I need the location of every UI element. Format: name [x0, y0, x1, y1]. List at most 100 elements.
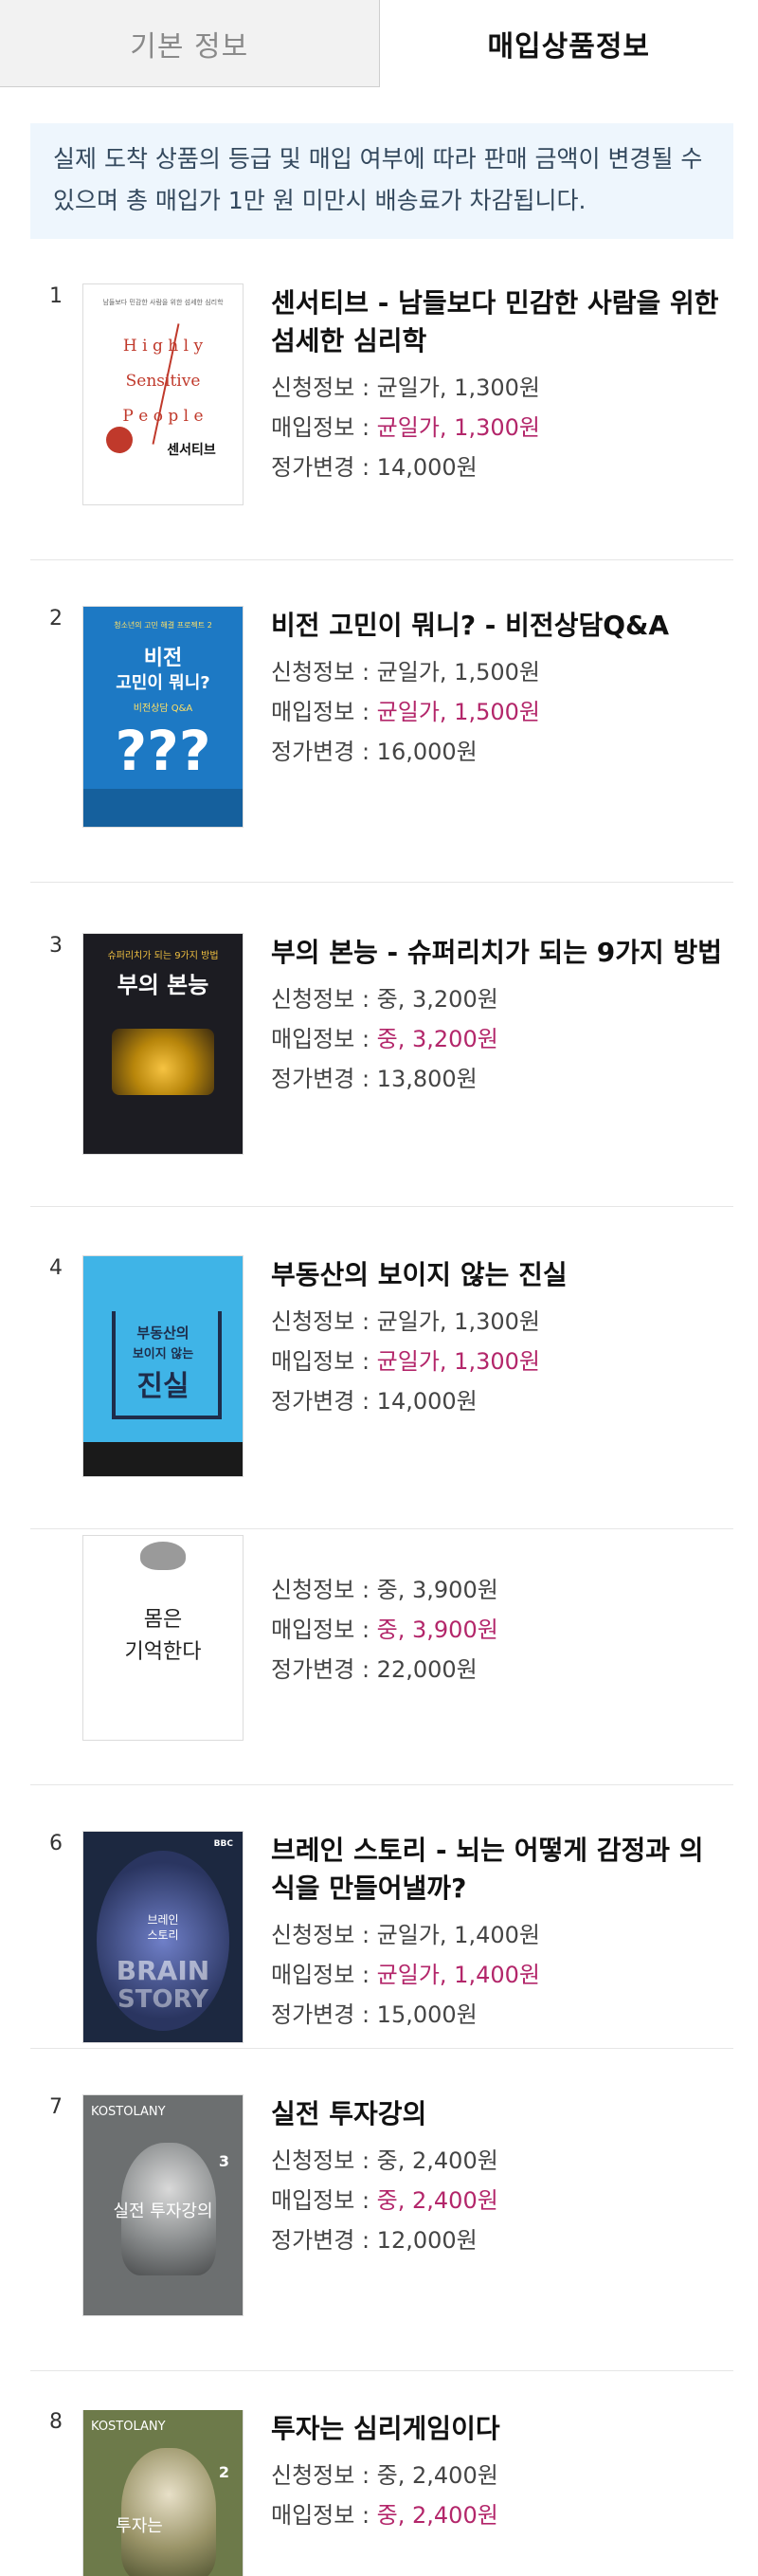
cover-title-line: H i g h l y [122, 337, 204, 356]
request-label: 신청정보 : [271, 1577, 377, 1603]
purchase-value: 중, 2,400원 [376, 2187, 498, 2214]
book-cover[interactable]: 슈퍼리치가 되는 9가지 방법 부의 본능 [83, 934, 243, 1154]
cover-title-line: 비전 [143, 647, 183, 670]
cover-title-line: 진실 [136, 1370, 190, 1403]
cover-title-line: 실전 투자강의 [113, 2201, 213, 2221]
book-cover[interactable]: 부동산의 보이지 않는 진실 [83, 1256, 243, 1476]
price-change-label: 정가변경 : [271, 739, 377, 765]
item-number: 1 [49, 284, 63, 308]
cover-title-line: 몸은 [143, 1608, 183, 1632]
item-title[interactable]: 부의 본능 - 슈퍼리치가 되는 9가지 방법 [271, 934, 726, 972]
item-info: 비전 고민이 뭐니? - 비전상담Q&A 신청정보 : 균일가, 1,500원 … [271, 607, 726, 772]
price-change-row: 정가변경 : 16,000원 [271, 732, 726, 772]
request-value: 중, 3,200원 [376, 986, 498, 1013]
price-change-value: 16,000원 [376, 739, 478, 765]
item-number: 2 [49, 607, 63, 630]
item-title[interactable]: 센서티브 - 남들보다 민감한 사람을 위한 섬세한 심리학 [271, 284, 726, 360]
item-info: 실전 투자강의 신청정보 : 중, 2,400원 매입정보 : 중, 2,400… [271, 2095, 726, 2260]
tab-bar: 기본 정보 매입상품정보 [0, 0, 758, 87]
cover-title-line: 보이지 않는 [132, 1347, 194, 1361]
list-item[interactable]: 몸은 기억한다 신청정보 : 중, 3,900원 매입정보 : 중, 3,900… [0, 1528, 758, 1784]
cover-tagline: 슈퍼리치가 되는 9가지 방법 [107, 951, 219, 961]
list-item[interactable]: 7 KOSTOLANY 3 실전 투자강의 실전 투자강의 신청정보 : 중, … [0, 2095, 758, 2370]
purchase-info-row: 매입정보 : 중, 3,200원 [271, 1019, 726, 1059]
price-change-label: 정가변경 : [271, 2001, 377, 2028]
request-value: 균일가, 1,300원 [376, 375, 540, 401]
tab-basic-info[interactable]: 기본 정보 [0, 0, 380, 87]
purchase-info-row: 매입정보 : 균일가, 1,300원 [271, 1342, 726, 1381]
book-cover[interactable]: KOSTOLANY 2 투자는 [83, 2410, 243, 2576]
cover-title-line: STORY [117, 1985, 208, 2014]
item-info: 브레인 스토리 - 뇌는 어떻게 감정과 의식을 만들어낼까? 신청정보 : 균… [271, 1832, 726, 2035]
item-info: 투자는 심리게임이다 신청정보 : 중, 2,400원 매입정보 : 중, 2,… [271, 2410, 726, 2535]
purchase-value: 균일가, 1,400원 [376, 1962, 540, 1988]
purchase-label: 매입정보 : [271, 1962, 377, 1988]
item-divider [30, 559, 733, 560]
purchase-info-row: 매입정보 : 균일가, 1,400원 [271, 1955, 726, 1995]
purchase-label: 매입정보 : [271, 2502, 377, 2529]
item-number: 4 [49, 1256, 63, 1280]
list-item[interactable]: 6 BBC 브레인 스토리 BRAIN STORY 브레인 스토리 - 뇌는 어… [0, 1832, 758, 2097]
purchase-label: 매입정보 : [271, 2187, 377, 2214]
book-cover[interactable]: 청소년의 고민 해결 프로젝트 2 비전 고민이 뭐니? 비전상담 Q&A ??… [83, 607, 243, 827]
cover-bbc-logo: BBC [213, 1839, 233, 1849]
item-number: 3 [49, 934, 63, 958]
list-item[interactable]: 3 슈퍼리치가 되는 9가지 방법 부의 본능 부의 본능 - 슈퍼리치가 되는… [0, 934, 758, 1209]
cover-title-line: 투자는 [116, 2516, 163, 2536]
price-change-value: 22,000원 [376, 1656, 478, 1683]
request-info-row: 신청정보 : 균일가, 1,300원 [271, 368, 726, 408]
cover-series-label: KOSTOLANY [91, 2420, 166, 2434]
item-title[interactable]: 비전 고민이 뭐니? - 비전상담Q&A [271, 607, 726, 645]
list-item[interactable]: 8 KOSTOLANY 2 투자는 투자는 심리게임이다 신청정보 : 중, 2… [0, 2410, 758, 2576]
request-label: 신청정보 : [271, 1308, 377, 1335]
item-number: 7 [49, 2095, 63, 2119]
item-title[interactable]: 실전 투자강의 [271, 2095, 726, 2133]
request-value: 중, 2,400원 [376, 2462, 498, 2489]
purchase-label: 매입정보 : [271, 699, 377, 725]
purchase-label: 매입정보 : [271, 1617, 377, 1643]
purchase-info-row: 매입정보 : 균일가, 1,300원 [271, 408, 726, 448]
cover-tagline: 남들보다 민감한 사람을 위한 섬세한 심리학 [102, 299, 224, 306]
request-info-row: 신청정보 : 중, 3,900원 [271, 1570, 726, 1610]
purchase-info-row: 매입정보 : 중, 2,400원 [271, 2181, 726, 2220]
item-divider [30, 1206, 733, 1207]
item-info: 부동산의 보이지 않는 진실 신청정보 : 균일가, 1,300원 매입정보 :… [271, 1256, 726, 1421]
purchase-label: 매입정보 : [271, 1348, 377, 1375]
price-change-value: 13,800원 [376, 1066, 478, 1092]
cover-subtitle: 비전상담 Q&A [133, 703, 193, 714]
item-title[interactable]: 브레인 스토리 - 뇌는 어떻게 감정과 의식을 만들어낼까? [271, 1832, 726, 1908]
item-info: 센서티브 - 남들보다 민감한 사람을 위한 섬세한 심리학 신청정보 : 균일… [271, 284, 726, 487]
item-title[interactable]: 부동산의 보이지 않는 진실 [271, 1256, 726, 1294]
book-cover[interactable]: BBC 브레인 스토리 BRAIN STORY [83, 1832, 243, 2042]
book-cover[interactable]: KOSTOLANY 3 실전 투자강의 [83, 2095, 243, 2315]
book-cover[interactable]: 남들보다 민감한 사람을 위한 섬세한 심리학 H i g h l y Sens… [83, 284, 243, 504]
list-item[interactable]: 2 청소년의 고민 해결 프로젝트 2 비전 고민이 뭐니? 비전상담 Q&A … [0, 607, 758, 882]
request-label: 신청정보 : [271, 986, 377, 1013]
price-change-label: 정가변경 : [271, 1388, 377, 1415]
item-divider [30, 2048, 733, 2049]
cover-badge [106, 427, 133, 453]
purchase-value: 균일가, 1,300원 [376, 414, 540, 441]
cover-treasure-image [112, 1029, 214, 1095]
cover-title-line: 부동산의 [136, 1325, 190, 1342]
request-label: 신청정보 : [271, 2147, 377, 2174]
request-info-row: 신청정보 : 균일가, 1,300원 [271, 1302, 726, 1342]
item-number: 6 [49, 1832, 63, 1855]
list-item[interactable]: 1 남들보다 민감한 사람을 위한 섬세한 심리학 H i g h l y Se… [0, 284, 758, 559]
purchase-label: 매입정보 : [271, 414, 377, 441]
item-divider [30, 2370, 733, 2371]
notice-box: 실제 도착 상품의 등급 및 매입 여부에 따라 판매 금액이 변경될 수 있으… [30, 123, 733, 239]
cover-name: 센서티브 [167, 443, 216, 458]
tab-purchase-product-info[interactable]: 매입상품정보 [379, 0, 758, 87]
request-label: 신청정보 : [271, 1922, 377, 1948]
request-value: 중, 2,400원 [376, 2147, 498, 2174]
request-value: 중, 3,900원 [376, 1577, 498, 1603]
price-change-value: 12,000원 [376, 2227, 478, 2254]
purchase-value: 균일가, 1,300원 [376, 1348, 540, 1375]
price-change-row: 정가변경 : 14,000원 [271, 1381, 726, 1421]
cover-title-line: P e o p l e [122, 407, 204, 426]
list-item[interactable]: 4 부동산의 보이지 않는 진실 부동산의 보이지 않는 진실 신청정보 : 균… [0, 1256, 758, 1531]
purchase-value: 중, 3,900원 [376, 1617, 498, 1643]
book-cover[interactable]: 몸은 기억한다 [83, 1536, 243, 1740]
item-title[interactable]: 투자는 심리게임이다 [271, 2410, 726, 2448]
